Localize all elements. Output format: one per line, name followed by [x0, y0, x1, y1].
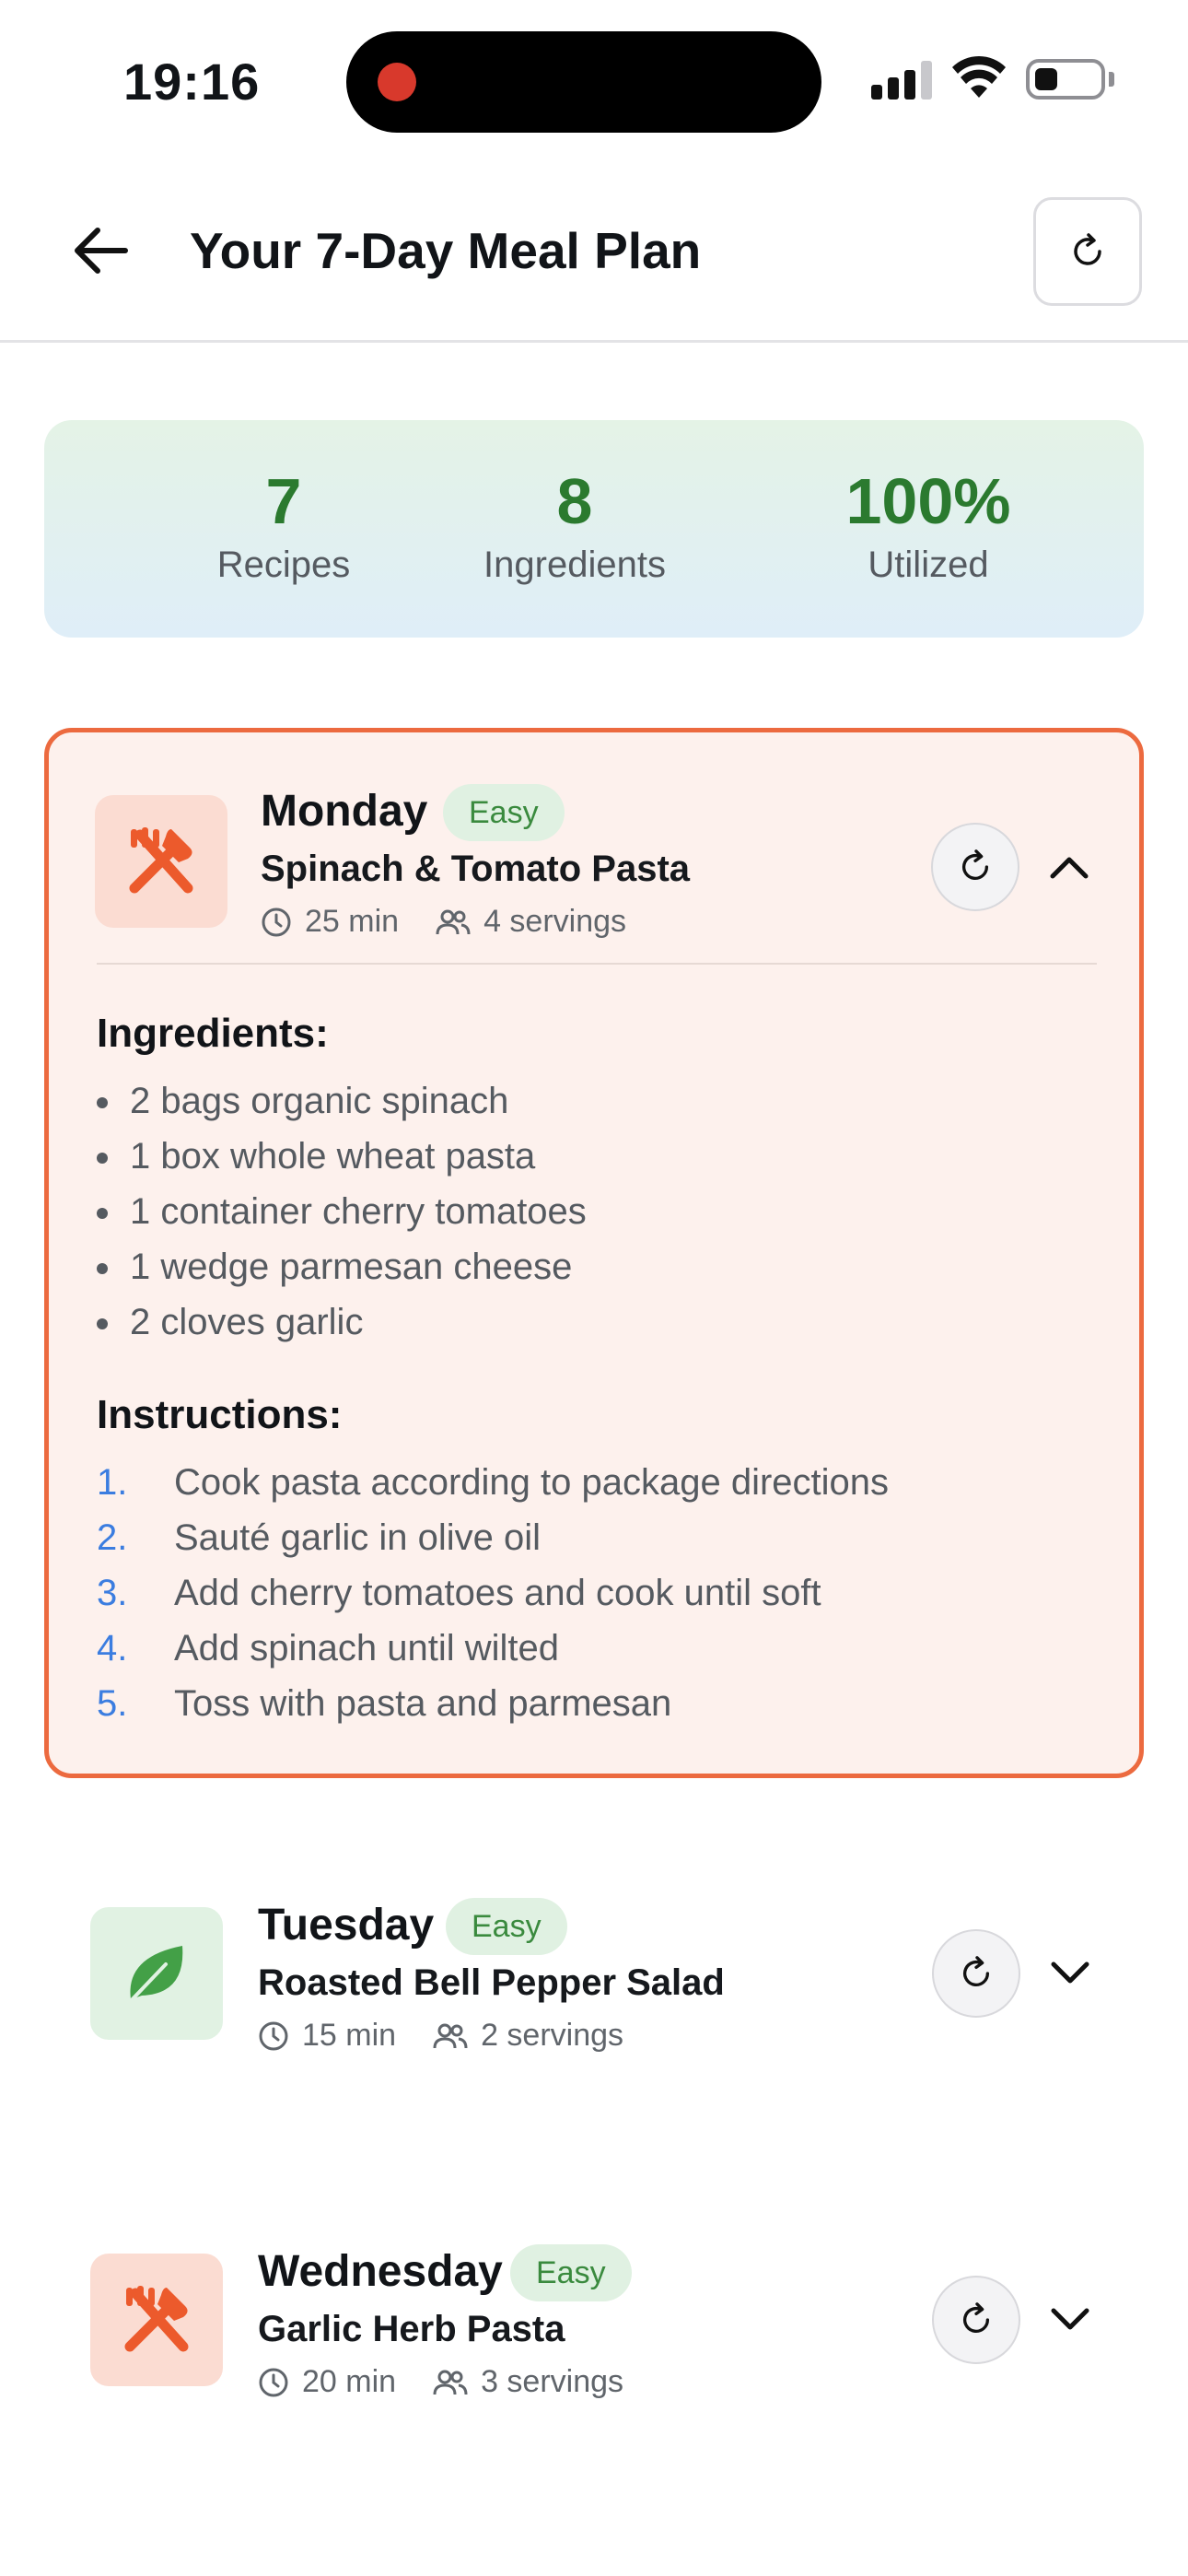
stat-value: 8: [556, 465, 593, 537]
meal-time: 15 min: [302, 2018, 397, 2053]
meal-day: Wednesday: [258, 2247, 503, 2296]
stat-ingredients: 8 Ingredients: [427, 464, 722, 586]
status-time: 19:16: [123, 53, 261, 111]
meal-card-tuesday[interactable]: Tuesday Easy Roasted Bell Pepper Salad 1…: [44, 1870, 1144, 2110]
meal-time: 25 min: [305, 904, 400, 939]
chevron-down-icon[interactable]: [1046, 2296, 1094, 2344]
page-title: Your 7-Day Meal Plan: [190, 222, 702, 279]
refresh-icon: [961, 849, 989, 881]
meal-day: Tuesday: [258, 1901, 435, 1950]
difficulty-badge: Easy: [446, 1898, 567, 1955]
battery-icon: [1026, 59, 1105, 100]
meal-servings: 4 servings: [483, 904, 627, 939]
recording-indicator-icon: [378, 63, 416, 101]
meal-day: Monday: [261, 787, 428, 836]
clock-icon: [262, 907, 291, 936]
meal-meta: 20 min 3 servings: [258, 2364, 623, 2400]
people-icon: [436, 909, 471, 934]
swap-recipe-button[interactable]: [932, 1929, 1020, 2018]
meal-card-monday[interactable]: Monday Easy Spinach & Tomato Pasta 25 mi…: [44, 728, 1144, 1778]
difficulty-badge: Easy: [443, 784, 565, 841]
meal-servings: 2 servings: [481, 2018, 624, 2053]
refresh-icon: [1074, 233, 1101, 265]
ingredients-title: Ingredients:: [97, 1011, 329, 1056]
header: Your 7-Day Meal Plan: [0, 157, 1188, 343]
people-icon: [433, 2023, 468, 2048]
stat-label: Utilized: [868, 544, 989, 585]
regenerate-plan-button[interactable]: [1033, 197, 1142, 306]
refresh-icon: [962, 2302, 990, 2334]
refresh-icon: [962, 1956, 990, 1987]
status-bar: 19:16: [0, 0, 1188, 157]
back-arrow-icon[interactable]: [72, 227, 129, 275]
utensils-icon: [95, 795, 227, 928]
meal-name: Garlic Herb Pasta: [258, 2309, 565, 2349]
plan-stats-card: 7 Recipes 8 Ingredients 100% Utilized: [44, 420, 1144, 638]
utensils-icon: [90, 2254, 223, 2386]
cellular-signal-icon: [871, 61, 932, 100]
meal-name: Roasted Bell Pepper Salad: [258, 1962, 725, 2003]
instructions-title: Instructions:: [97, 1392, 343, 1437]
leaf-icon: [90, 1907, 223, 2040]
clock-icon: [259, 2021, 288, 2050]
people-icon: [433, 2370, 468, 2395]
swap-recipe-button[interactable]: [932, 2276, 1020, 2364]
wifi-icon: [952, 55, 1006, 98]
swap-recipe-button[interactable]: [931, 823, 1019, 911]
battery-cap: [1109, 72, 1114, 87]
divider: [97, 963, 1097, 965]
stat-value: 100%: [845, 465, 1011, 537]
meal-meta: 25 min 4 servings: [261, 904, 626, 940]
difficulty-badge: Easy: [510, 2244, 632, 2301]
stat-label: Recipes: [216, 544, 351, 585]
meal-plan-screen: 19:16 Your 7-Day Meal Plan 7 Recipes 8 I…: [0, 0, 1188, 2576]
chevron-down-icon[interactable]: [1046, 1950, 1094, 1997]
clock-icon: [259, 2368, 288, 2396]
meal-meta: 15 min 2 servings: [258, 2018, 623, 2054]
stat-utilized: 100% Utilized: [781, 464, 1076, 586]
dynamic-island: [346, 31, 821, 133]
meal-time: 20 min: [302, 2364, 397, 2399]
stat-recipes: 7 Recipes: [136, 464, 431, 586]
meal-card-wednesday[interactable]: Wednesday Easy Garlic Herb Pasta 20 min …: [44, 2217, 1144, 2456]
meal-name: Spinach & Tomato Pasta: [261, 849, 691, 889]
meal-servings: 3 servings: [481, 2364, 624, 2399]
stat-label: Ingredients: [483, 544, 666, 585]
stat-value: 7: [265, 465, 302, 537]
chevron-up-icon[interactable]: [1045, 843, 1093, 891]
